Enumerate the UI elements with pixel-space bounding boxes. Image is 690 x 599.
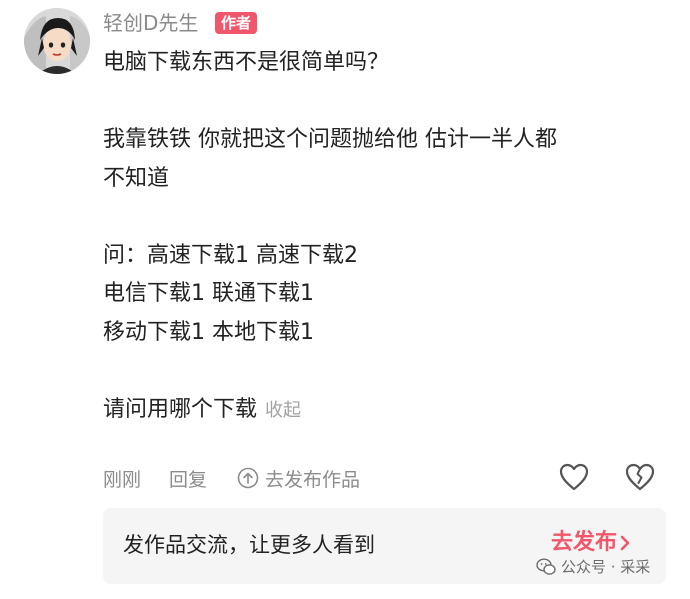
comment-blank-line — [103, 83, 663, 122]
comment-line: 我靠铁铁 你就把这个问题抛给他 估计一半人都 — [103, 127, 557, 152]
dislike-button[interactable] — [624, 462, 656, 492]
comment-line: 移动下载1 本地下载1 — [103, 319, 314, 345]
comment-line: 问：高速下载1 高速下载2 — [103, 242, 358, 268]
comment-line: 电信下载1 联通下载1 — [103, 281, 314, 306]
watermark-text: 公众号 · 采采 — [561, 558, 651, 576]
comment-last-line: 请问用哪个下载 收起 — [103, 391, 663, 431]
comment-last-text: 请问用哪个下载 — [103, 396, 258, 422]
comment-line: 电脑下载东西不是很简单吗？ — [103, 50, 390, 75]
like-button[interactable] — [558, 462, 590, 492]
comment-line: 不知道 — [103, 165, 170, 191]
chevron-right-icon — [620, 535, 630, 551]
publish-work-label: 去发布作品 — [265, 468, 361, 491]
comment-screen: 轻创D先生 作者 电脑下载东西不是很简单吗？ 我靠铁铁 你就把这个问题抛给他 估… — [0, 0, 690, 599]
publish-work-link[interactable]: 去发布作品 — [237, 465, 360, 492]
promo-text: 发作品交流，让更多人看到 — [123, 533, 375, 557]
comment-blank-line — [103, 198, 663, 237]
comment-actions: 刚刚 回复 去发布作品 — [103, 463, 360, 493]
wechat-icon — [536, 558, 556, 575]
arrow-up-circle-icon — [237, 467, 259, 489]
comment-blank-line — [103, 352, 663, 391]
user-avatar[interactable] — [24, 8, 90, 74]
wechat-watermark: 公众号 · 采采 — [536, 556, 650, 578]
promo-publish-button[interactable]: 去发布 — [551, 528, 633, 558]
heart-outline-icon — [559, 463, 589, 491]
broken-heart-outline-icon — [625, 463, 655, 491]
username[interactable]: 轻创D先生 — [103, 9, 198, 37]
promo-publish-label: 去发布 — [551, 530, 618, 555]
comment-body: 电脑下载东西不是很简单吗？ 我靠铁铁 你就把这个问题抛给他 估计一半人都 不知道… — [103, 44, 663, 430]
collapse-link[interactable]: 收起 — [265, 400, 301, 421]
avatar-illustration — [24, 8, 90, 74]
reply-button[interactable]: 回复 — [169, 465, 207, 492]
comment-timestamp: 刚刚 — [103, 468, 142, 491]
author-badge: 作者 — [215, 12, 258, 34]
